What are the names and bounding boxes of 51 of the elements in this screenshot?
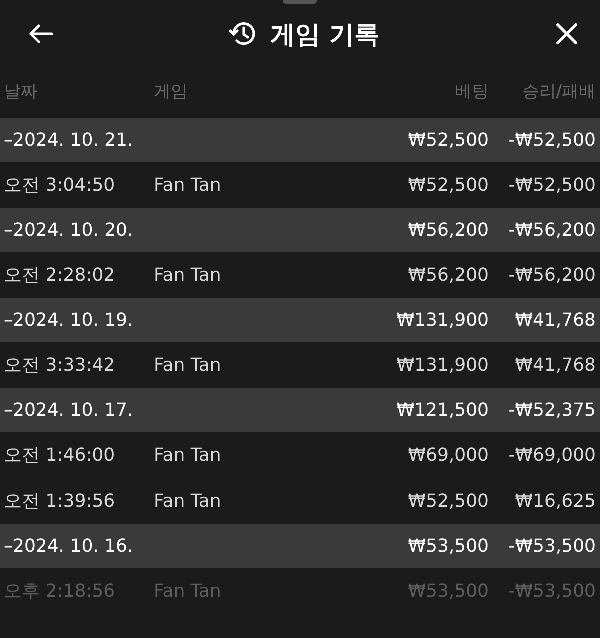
bet-amount: ₩69,000: [407, 444, 489, 466]
time-text: 오전 1:39:56: [4, 490, 116, 513]
time-text: 오전 2:28:02: [4, 264, 116, 287]
bet-amount: ₩131,900: [396, 310, 489, 330]
win-loss-amount: -₩56,200: [508, 220, 596, 240]
game-name: Fan Tan: [154, 354, 222, 376]
win-loss-amount: ₩41,768: [514, 354, 596, 376]
win-loss-amount: -₩52,375: [508, 400, 596, 420]
date-group-row[interactable]: –2024. 10. 19. ₩131,900 ₩41,768: [0, 298, 600, 342]
date-group-row[interactable]: –2024. 10. 20. ₩56,200 -₩56,200: [0, 208, 600, 252]
page-title: 게임 기록: [270, 18, 380, 50]
bet-amount: ₩52,500: [407, 130, 489, 150]
date-text: –2024. 10. 21.: [4, 130, 134, 150]
bet-amount: ₩53,500: [407, 580, 489, 602]
bet-amount: ₩56,200: [407, 264, 489, 286]
time-text: 오전 3:33:42: [4, 354, 116, 377]
bet-amount: ₩131,900: [396, 354, 489, 376]
column-header: 게임: [154, 80, 189, 102]
win-loss-amount: -₩53,500: [508, 580, 596, 602]
drag-handle[interactable]: [283, 0, 317, 4]
bet-amount: ₩53,500: [407, 536, 489, 556]
column-header: 승리/패배: [521, 80, 596, 102]
date-text: –2024. 10. 19.: [4, 310, 134, 330]
date-group-row[interactable]: –2024. 10. 16. ₩53,500 -₩53,500: [0, 524, 600, 568]
date-text: –2024. 10. 17.: [4, 400, 134, 420]
date-group-row[interactable]: –2024. 10. 17. ₩121,500 -₩52,375: [0, 388, 600, 432]
game-name: Fan Tan: [154, 264, 222, 286]
column-header: 날짜: [4, 80, 39, 102]
win-loss-amount: -₩53,500: [508, 536, 596, 556]
win-loss-amount: -₩69,000: [508, 444, 596, 466]
game-name: Fan Tan: [154, 444, 222, 466]
win-loss-amount: -₩56,200: [508, 264, 596, 286]
win-loss-amount: ₩41,768: [514, 310, 596, 330]
game-name: Fan Tan: [154, 580, 222, 602]
time-text: 오전 1:46:00: [4, 444, 116, 467]
date-group-row[interactable]: –2024. 10. 21. ₩52,500 -₩52,500: [0, 118, 600, 162]
bet-amount: ₩52,500: [407, 174, 489, 196]
time-text: 오후 2:18:56: [4, 580, 116, 603]
history-icon: [228, 21, 257, 47]
time-text: 오전 3:04:50: [4, 174, 116, 197]
win-loss-amount: -₩52,500: [508, 174, 596, 196]
win-loss-amount: ₩16,625: [514, 490, 596, 512]
game-name: Fan Tan: [154, 174, 222, 196]
bet-amount: ₩52,500: [407, 490, 489, 512]
date-text: –2024. 10. 20.: [4, 220, 134, 240]
date-text: –2024. 10. 16.: [4, 536, 134, 556]
win-loss-amount: -₩52,500: [508, 130, 596, 150]
bet-amount: ₩121,500: [396, 400, 489, 420]
column-header: 베팅: [454, 80, 489, 102]
game-name: Fan Tan: [154, 490, 222, 512]
bet-amount: ₩56,200: [407, 220, 489, 240]
